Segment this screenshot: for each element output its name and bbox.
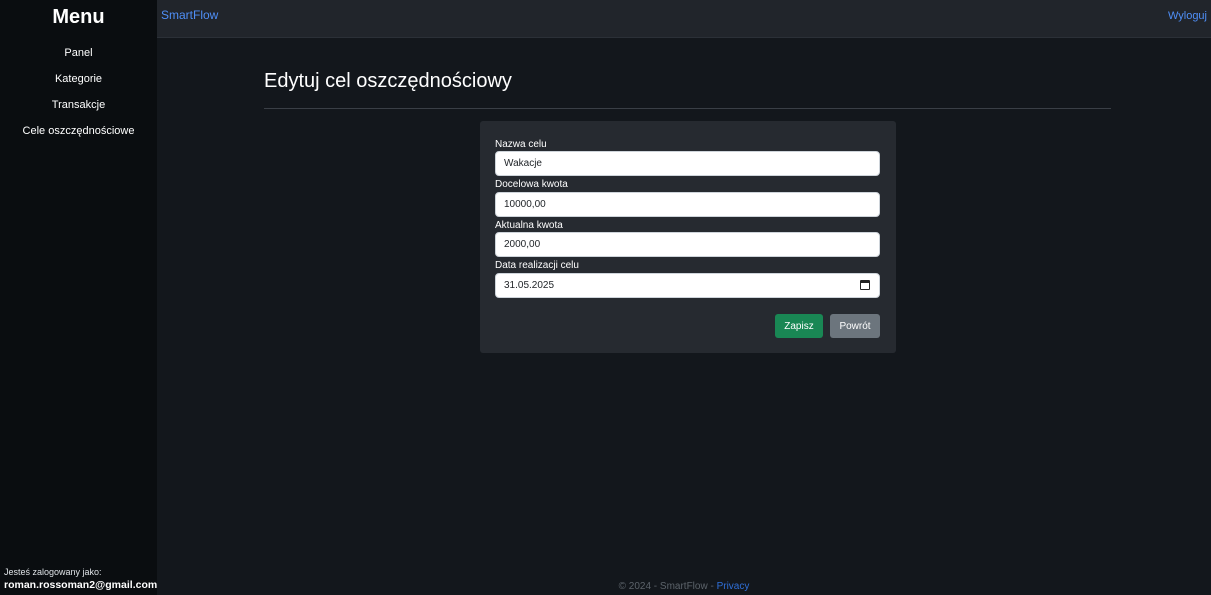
edit-goal-form: Nazwa celu Docelowa kwota Aktualna kwota… xyxy=(480,121,896,353)
page-footer: © 2024 - SmartFlow - Privacy xyxy=(157,581,1211,595)
sidebar-item-panel[interactable]: Panel xyxy=(0,44,157,70)
privacy-link[interactable]: Privacy xyxy=(717,581,750,592)
sidebar-nav: Panel Kategorie Transakcje Cele oszczędn… xyxy=(0,44,157,148)
save-button[interactable]: Zapisz xyxy=(775,314,823,338)
target-amount-label: Docelowa kwota xyxy=(495,179,568,190)
sidebar-item-kategorie[interactable]: Kategorie xyxy=(0,70,157,96)
back-button[interactable]: Powrót xyxy=(830,314,880,338)
sidebar-item-transakcje[interactable]: Transakcje xyxy=(0,96,157,122)
target-date-input[interactable] xyxy=(495,273,880,298)
topbar: SmartFlow Wyloguj xyxy=(157,0,1211,38)
goal-name-input[interactable] xyxy=(495,151,880,176)
logout-link[interactable]: Wyloguj xyxy=(1168,10,1207,22)
current-amount-label: Aktualna kwota xyxy=(495,220,563,231)
calendar-icon[interactable] xyxy=(860,280,870,290)
sidebar-title: Menu xyxy=(52,6,105,28)
sidebar-item-cele[interactable]: Cele oszczędnościowe xyxy=(0,122,157,148)
target-date-field xyxy=(495,273,880,298)
goal-name-label: Nazwa celu xyxy=(495,139,547,150)
page-title: Edytuj cel oszczędnościowy xyxy=(264,70,512,92)
logged-label: Jesteś zalogowany jako: xyxy=(4,567,102,577)
sidebar: Menu Panel Kategorie Transakcje Cele osz… xyxy=(0,0,157,595)
target-amount-input[interactable] xyxy=(495,192,880,217)
current-amount-input[interactable] xyxy=(495,232,880,257)
logged-user: Jesteś zalogowany jako: roman.rossoman2@… xyxy=(4,567,158,591)
title-divider xyxy=(264,108,1111,109)
brand-link[interactable]: SmartFlow xyxy=(161,8,218,22)
target-date-label: Data realizacji celu xyxy=(495,260,579,271)
footer-text: © 2024 - SmartFlow - xyxy=(618,581,717,592)
logged-email: roman.rossoman2@gmail.com xyxy=(4,579,158,591)
